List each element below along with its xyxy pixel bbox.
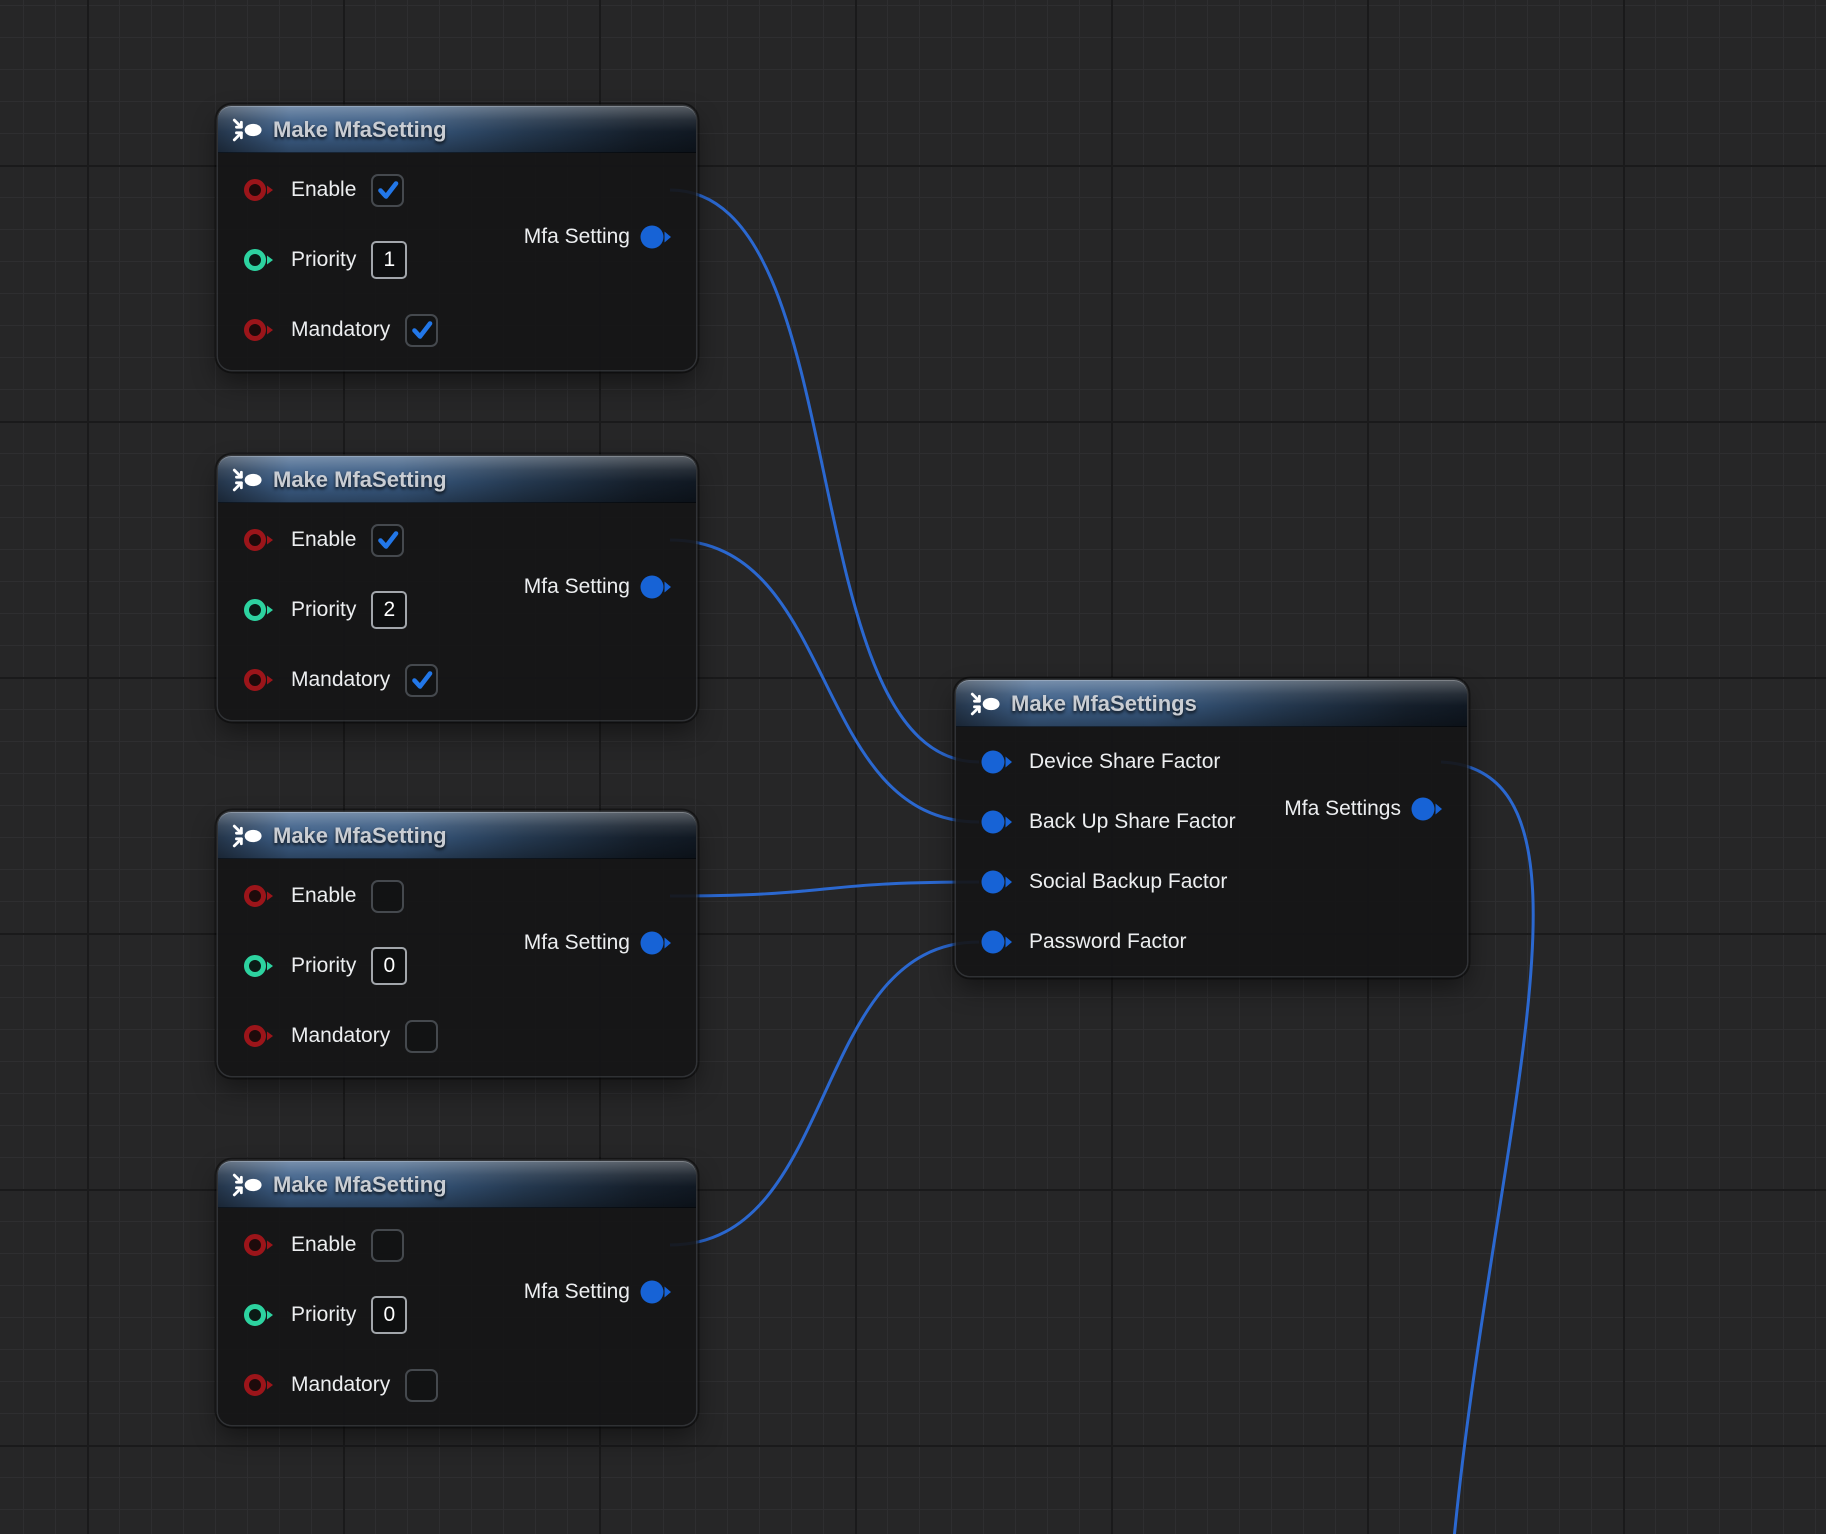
- pin-row: Mandatory: [218, 1350, 696, 1420]
- pin-label: Mfa Setting: [524, 225, 630, 249]
- pin-label: Mandatory: [291, 318, 390, 342]
- mandatory-input-pin[interactable]: [242, 1022, 282, 1050]
- node-make-mfasetting[interactable]: Make MfaSetting Enable Priority 2 Mandatory M…: [218, 456, 696, 720]
- pin-row: Mandatory: [218, 645, 696, 715]
- priority-value-input[interactable]: 1: [371, 241, 407, 279]
- priority-value-input[interactable]: 2: [371, 591, 407, 629]
- mandatory-checkbox[interactable]: [405, 1020, 438, 1053]
- enable-checkbox[interactable]: [371, 1229, 404, 1262]
- mfa-settings-output-pin[interactable]: [1410, 795, 1450, 823]
- blueprint-graph-canvas[interactable]: Make MfaSettingEnablePriority1MandatoryM…: [0, 0, 1826, 1534]
- make-struct-icon: [969, 689, 1001, 719]
- back-up-share-factor-input-pin[interactable]: [980, 808, 1020, 836]
- node-header[interactable]: Make MfaSettings: [956, 680, 1467, 727]
- device-share-factor-input-pin[interactable]: [980, 748, 1020, 776]
- enable-checkbox[interactable]: [371, 524, 404, 557]
- wire-connection[interactable]: [670, 942, 979, 1245]
- output-pin-row: Mfa Setting: [524, 908, 679, 978]
- node-make-mfasetting[interactable]: Make MfaSetting Enable Priority 1 Mandatory M…: [218, 106, 696, 370]
- node-header[interactable]: Make MfaSetting: [218, 106, 696, 153]
- pin-label: Mfa Setting: [524, 931, 630, 955]
- pin-label: Enable: [291, 1233, 356, 1257]
- make-struct-icon: [231, 1170, 263, 1200]
- enable-input-pin[interactable]: [242, 882, 282, 910]
- pin-label: Priority: [291, 598, 356, 622]
- priority-input-pin[interactable]: [242, 952, 282, 980]
- pin-label: Mfa Setting: [524, 1280, 630, 1304]
- mandatory-checkbox[interactable]: [405, 664, 438, 697]
- pin-label: Enable: [291, 178, 356, 202]
- node-title: Make MfaSetting: [273, 1172, 447, 1198]
- node-make-mfasetting[interactable]: Make MfaSetting Enable Priority 0 Mandatory M…: [218, 1161, 696, 1425]
- enable-input-pin[interactable]: [242, 1231, 282, 1259]
- mandatory-checkbox[interactable]: [405, 314, 438, 347]
- wire-connection[interactable]: [670, 540, 979, 822]
- social-backup-factor-input-pin[interactable]: [980, 868, 1020, 896]
- enable-input-pin[interactable]: [242, 526, 282, 554]
- pin-label: Mfa Settings: [1284, 797, 1401, 821]
- pin-row: Password Factor: [956, 912, 1467, 972]
- pin-label: Back Up Share Factor: [1029, 810, 1236, 834]
- priority-input-pin[interactable]: [242, 596, 282, 624]
- pin-label: Enable: [291, 528, 356, 552]
- pin-label: Mandatory: [291, 1373, 390, 1397]
- output-pin-row: Mfa Setting: [524, 1257, 679, 1327]
- mfa-setting-output-pin[interactable]: [639, 929, 679, 957]
- make-struct-icon: [231, 821, 263, 851]
- mandatory-checkbox[interactable]: [405, 1369, 438, 1402]
- pin-row: Social Backup Factor: [956, 852, 1467, 912]
- pin-label: Priority: [291, 954, 356, 978]
- pin-label: Mandatory: [291, 1024, 390, 1048]
- node-header[interactable]: Make MfaSetting: [218, 456, 696, 503]
- pin-label: Priority: [291, 1303, 356, 1327]
- node-make-mfasetting[interactable]: Make MfaSetting Enable Priority 0 Mandatory M…: [218, 812, 696, 1076]
- pin-label: Enable: [291, 884, 356, 908]
- node-title: Make MfaSetting: [273, 117, 447, 143]
- make-struct-icon: [231, 465, 263, 495]
- enable-checkbox[interactable]: [371, 174, 404, 207]
- node-make-mfasettings[interactable]: Make MfaSettings Device Share Factor Back …: [956, 680, 1467, 976]
- priority-input-pin[interactable]: [242, 246, 282, 274]
- output-pin-row: Mfa Setting: [524, 202, 679, 272]
- output-pin-row: Mfa Settings: [1284, 779, 1450, 839]
- node-title: Make MfaSetting: [273, 467, 447, 493]
- output-pin-row: Mfa Setting: [524, 552, 679, 622]
- enable-checkbox[interactable]: [371, 880, 404, 913]
- mandatory-input-pin[interactable]: [242, 316, 282, 344]
- mandatory-input-pin[interactable]: [242, 666, 282, 694]
- pin-label: Mandatory: [291, 668, 390, 692]
- priority-value-input[interactable]: 0: [371, 1296, 407, 1334]
- make-struct-icon: [231, 115, 263, 145]
- password-factor-input-pin[interactable]: [980, 928, 1020, 956]
- pin-label: Device Share Factor: [1029, 750, 1220, 774]
- pin-label: Priority: [291, 248, 356, 272]
- pin-row: Mandatory: [218, 1001, 696, 1071]
- enable-input-pin[interactable]: [242, 176, 282, 204]
- mfa-setting-output-pin[interactable]: [639, 573, 679, 601]
- wire-connection[interactable]: [670, 190, 979, 762]
- mfa-setting-output-pin[interactable]: [639, 223, 679, 251]
- node-title: Make MfaSettings: [1011, 691, 1197, 717]
- wire-connection[interactable]: [670, 882, 979, 896]
- mfa-setting-output-pin[interactable]: [639, 1278, 679, 1306]
- priority-value-input[interactable]: 0: [371, 947, 407, 985]
- pin-label: Mfa Setting: [524, 575, 630, 599]
- priority-input-pin[interactable]: [242, 1301, 282, 1329]
- pin-row: Mandatory: [218, 295, 696, 365]
- mandatory-input-pin[interactable]: [242, 1371, 282, 1399]
- node-header[interactable]: Make MfaSetting: [218, 812, 696, 859]
- pin-label: Password Factor: [1029, 930, 1187, 954]
- node-header[interactable]: Make MfaSetting: [218, 1161, 696, 1208]
- pin-label: Social Backup Factor: [1029, 870, 1227, 894]
- node-title: Make MfaSetting: [273, 823, 447, 849]
